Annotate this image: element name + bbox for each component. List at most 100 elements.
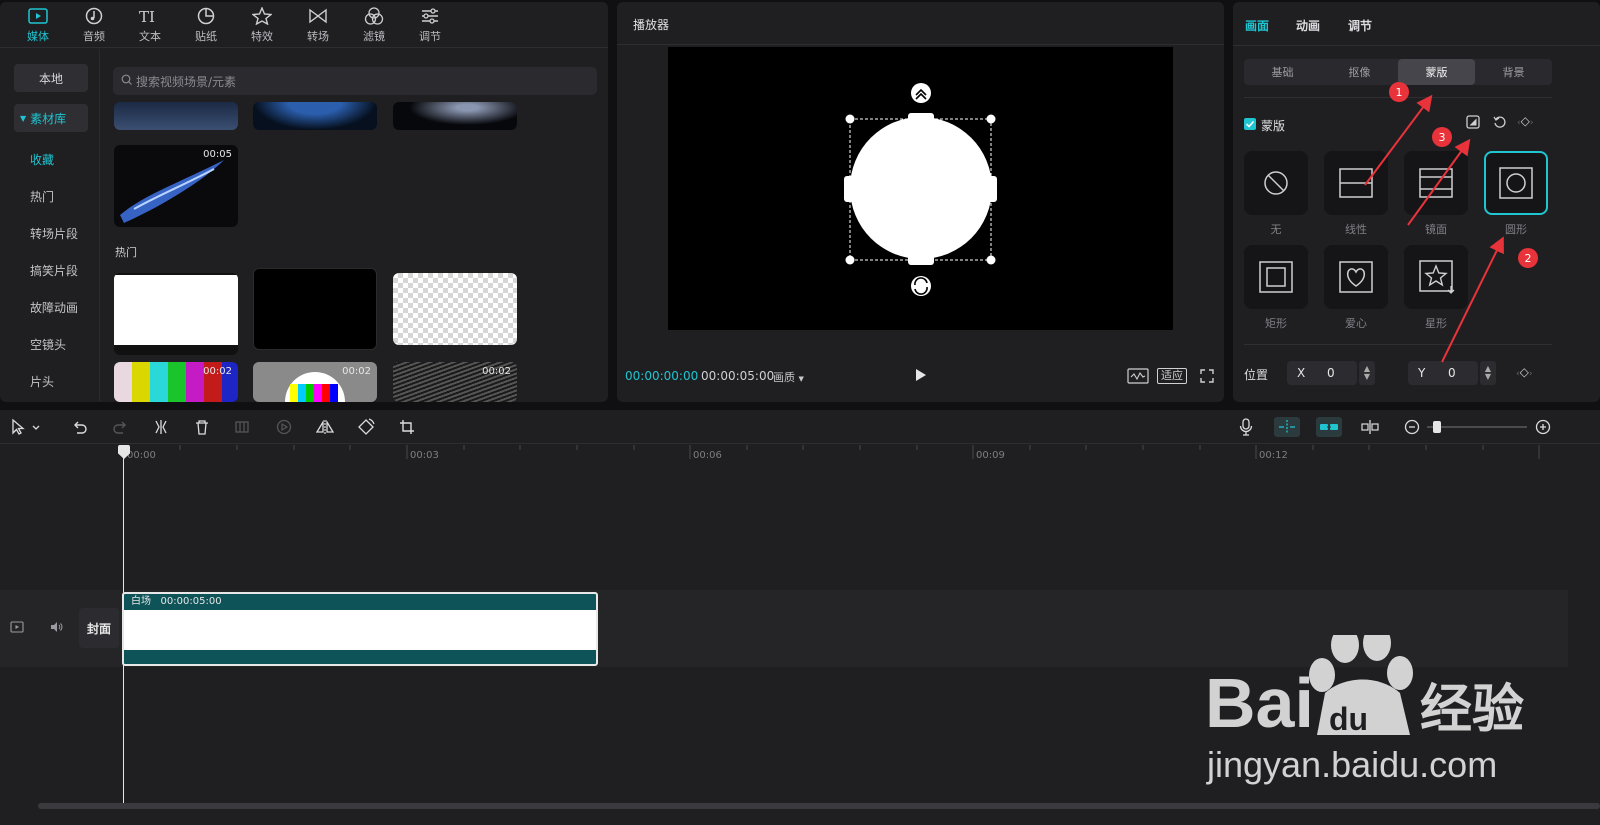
- nav-transition[interactable]: 转场: [290, 2, 346, 48]
- media-thumb-crop-2[interactable]: [253, 102, 377, 130]
- redo-button[interactable]: [110, 417, 130, 437]
- check-icon: [1245, 120, 1255, 128]
- sidebar-item-glitch[interactable]: 故障动画: [30, 299, 78, 316]
- preview-axis-icon: [1361, 420, 1379, 434]
- cover-button[interactable]: 封面: [79, 608, 119, 648]
- position-x-input[interactable]: X0: [1287, 361, 1357, 385]
- subtab-basic[interactable]: 基础: [1244, 59, 1321, 85]
- zoom-slider-handle[interactable]: [1433, 421, 1441, 433]
- undo-button[interactable]: [70, 417, 90, 437]
- nav-adjust[interactable]: 调节: [402, 2, 458, 48]
- text-icon: TI: [139, 6, 161, 26]
- divider: [1233, 45, 1600, 46]
- sidebar-item-hot[interactable]: 热门: [30, 188, 54, 205]
- timeline-scrollbar[interactable]: [38, 803, 1600, 809]
- link-toggle[interactable]: [1316, 417, 1342, 437]
- media-thumb-white[interactable]: [114, 273, 238, 355]
- playhead[interactable]: [123, 446, 124, 806]
- mirror-button[interactable]: [315, 417, 335, 437]
- crop-icon: [400, 420, 414, 434]
- zoom-out-button[interactable]: [1402, 417, 1422, 437]
- nav-text[interactable]: TI 文本: [122, 2, 178, 48]
- nav-filter[interactable]: 滤镜: [346, 2, 402, 48]
- clip-header: 白场 00:00:05:00: [124, 594, 596, 610]
- delete-button[interactable]: [192, 417, 212, 437]
- media-thumb-color-bars[interactable]: 00:02: [114, 362, 238, 402]
- sidebar-library-button[interactable]: ▼ 素材库: [14, 104, 88, 132]
- split-button[interactable]: [151, 417, 171, 437]
- adjust-icon: [419, 6, 441, 26]
- nav-sticker[interactable]: 贴纸: [178, 2, 234, 48]
- select-tool-button[interactable]: [8, 417, 44, 437]
- fullscreen-button[interactable]: [1200, 369, 1214, 386]
- waveform-toggle[interactable]: [1127, 368, 1149, 387]
- auto-snap-toggle[interactable]: [1274, 417, 1300, 437]
- split-icon: [155, 420, 167, 434]
- none-icon: [1264, 171, 1288, 195]
- section-hot-title: 热门: [115, 246, 137, 259]
- record-audio-button[interactable]: [1236, 417, 1256, 437]
- rotate-button[interactable]: [356, 417, 376, 437]
- annotation-marker-3: 3: [1432, 127, 1452, 147]
- timeline-clip[interactable]: 白场 00:00:05:00: [122, 592, 598, 666]
- mask-rectangle[interactable]: [1244, 245, 1308, 309]
- nav-audio-label: 音频: [83, 30, 105, 43]
- nav-filter-label: 滤镜: [363, 30, 385, 43]
- nav-media-label: 媒体: [27, 30, 49, 43]
- play-button[interactable]: [914, 368, 928, 385]
- annotation-marker-1: 1: [1389, 82, 1409, 102]
- mask-none[interactable]: [1244, 151, 1308, 215]
- quality-dropdown[interactable]: 画质 ▼: [773, 369, 804, 385]
- media-thumb-test-pattern[interactable]: 00:02: [253, 362, 377, 402]
- media-search-input[interactable]: 搜索视频场景/元素: [113, 67, 597, 95]
- crop-button[interactable]: [397, 417, 417, 437]
- mask-checkbox[interactable]: [1244, 118, 1256, 130]
- search-placeholder: 搜索视频场景/元素: [136, 74, 237, 89]
- video-track-icon: [10, 621, 24, 633]
- media-sidebar: 本地 ▼ 素材库 收藏 热门 转场片段 搞笑片段 故障动画 空镜头 片头: [0, 49, 100, 402]
- preview-canvas[interactable]: [668, 47, 1173, 330]
- thumb-duration: 00:02: [482, 366, 511, 377]
- mask-section-label: 蒙版: [1261, 119, 1286, 133]
- tab-animation[interactable]: 动画: [1296, 17, 1320, 34]
- sidebar-item-favorites[interactable]: 收藏: [30, 151, 54, 168]
- freeze-button[interactable]: [232, 417, 252, 437]
- media-panel: 媒体 音频 TI 文本 贴纸 特效 转场 滤镜 调节 本地 ▼ 素材库 收藏 热…: [0, 2, 608, 402]
- ruler-label: 00:00: [127, 450, 156, 461]
- tab-adjust[interactable]: 调节: [1348, 17, 1372, 34]
- sidebar-local-button[interactable]: 本地: [14, 64, 88, 92]
- quality-label: 画质: [773, 371, 795, 384]
- nav-transition-label: 转场: [307, 30, 329, 43]
- zoom-out-icon: [1404, 419, 1420, 435]
- zoom-slider[interactable]: [1427, 421, 1527, 433]
- track-video-toggle[interactable]: [10, 621, 24, 636]
- nav-audio[interactable]: 音频: [66, 2, 122, 48]
- media-thumb-transparent[interactable]: [393, 273, 517, 345]
- nav-media[interactable]: 媒体: [10, 2, 66, 48]
- snap-icon: [1279, 420, 1295, 434]
- svg-text:TI: TI: [139, 8, 155, 24]
- x-label: X: [1297, 366, 1306, 380]
- media-thumb-favorite[interactable]: 00:05: [114, 145, 238, 227]
- media-thumb-crop-1[interactable]: [114, 102, 238, 130]
- white-frame: [114, 275, 238, 345]
- annotation-overlay: [1364, 94, 1504, 363]
- preview-axis-button[interactable]: [1360, 417, 1380, 437]
- reverse-button[interactable]: [274, 417, 294, 437]
- sidebar-item-intro[interactable]: 片头: [30, 373, 54, 390]
- sidebar-item-funny-clips[interactable]: 搞笑片段: [30, 262, 78, 279]
- trash-icon: [196, 420, 208, 435]
- media-thumb-noise[interactable]: 00:02: [393, 362, 517, 402]
- zoom-in-button[interactable]: [1533, 417, 1553, 437]
- track-mute-toggle[interactable]: [50, 621, 64, 636]
- speaker-icon: [51, 622, 63, 632]
- timeline-ruler[interactable]: 00:00 00:03 00:06 00:09 00:12: [0, 445, 1600, 465]
- tab-picture[interactable]: 画面: [1245, 17, 1269, 34]
- media-thumb-crop-3[interactable]: [393, 102, 517, 130]
- caret-down-icon: ▼: [798, 375, 804, 383]
- nav-effects[interactable]: 特效: [234, 2, 290, 48]
- fit-button[interactable]: 适应: [1157, 368, 1187, 384]
- sidebar-item-empty-shot[interactable]: 空镜头: [30, 336, 66, 353]
- media-thumb-black[interactable]: [253, 268, 377, 350]
- sidebar-item-transition-clips[interactable]: 转场片段: [30, 225, 78, 242]
